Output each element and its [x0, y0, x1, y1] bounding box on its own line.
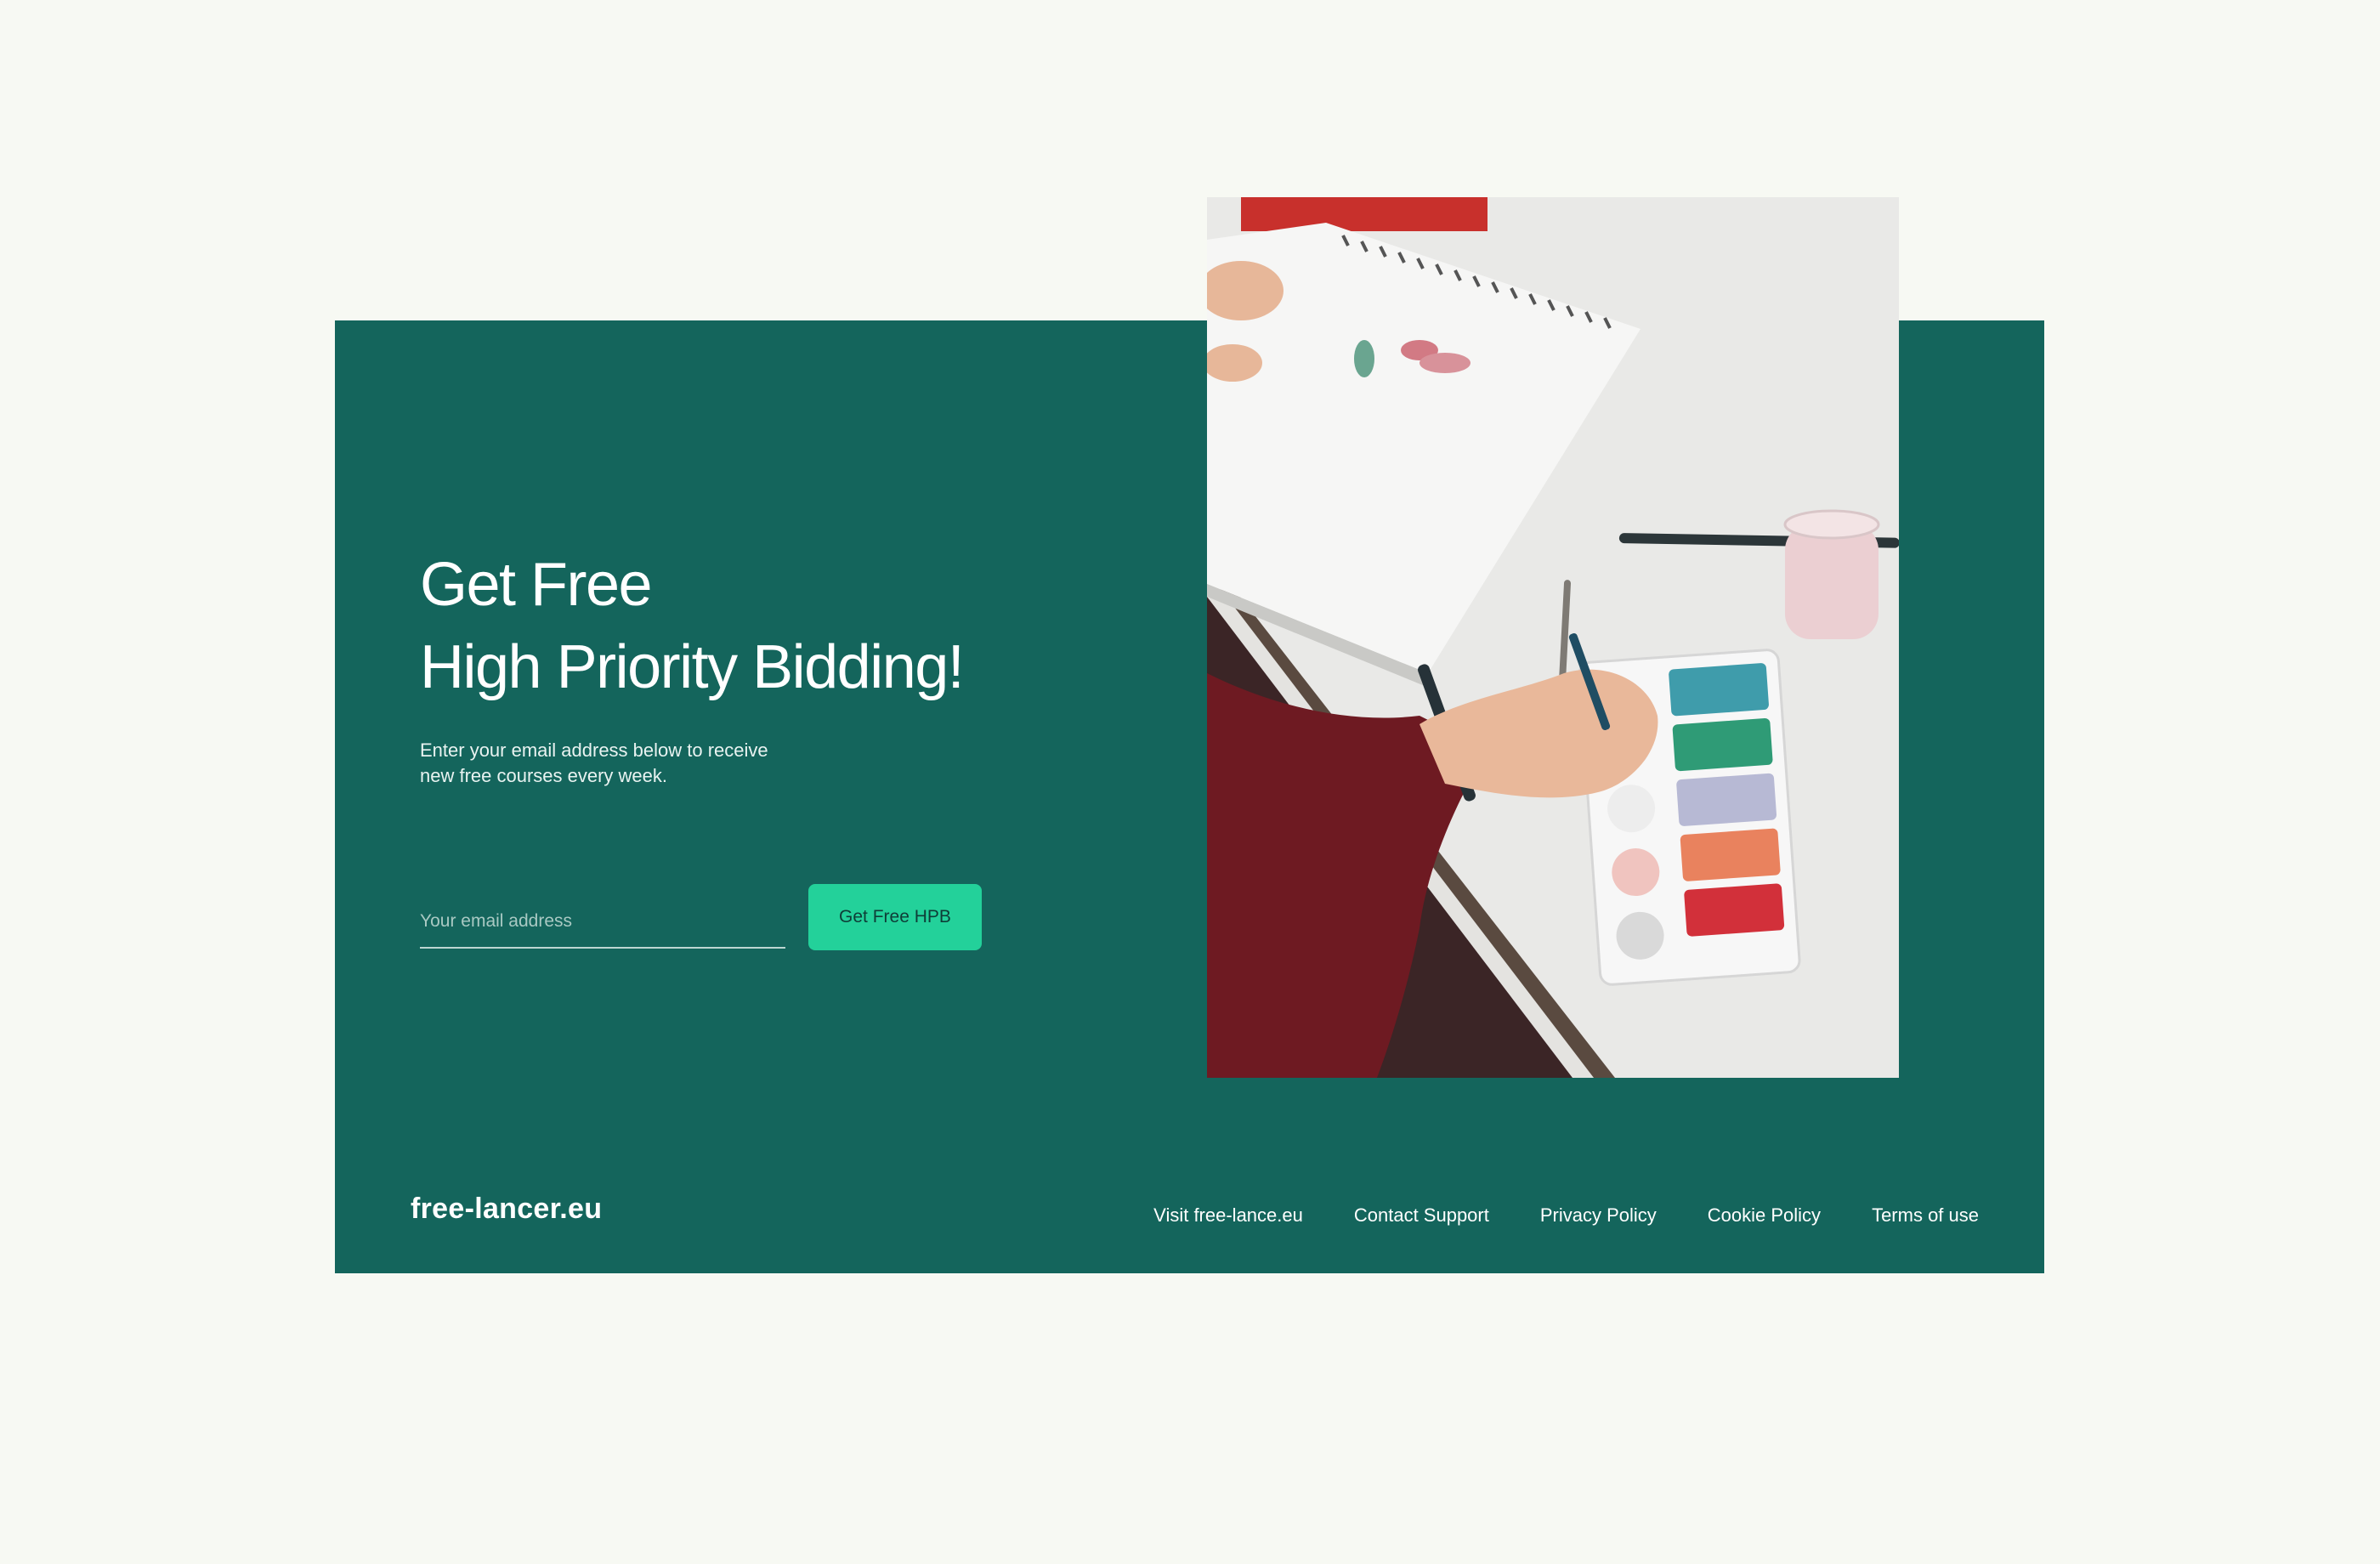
- headline: Get Free High Priority Bidding!: [420, 544, 965, 709]
- hero-photo: [1207, 197, 1899, 1078]
- footer-logo[interactable]: free-lancer.eu: [411, 1193, 602, 1226]
- get-free-hpb-button[interactable]: Get Free HPB: [808, 884, 982, 950]
- subtext: Enter your email address below to receiv…: [420, 740, 768, 786]
- headline-line-1: Get Free: [420, 551, 653, 619]
- email-input[interactable]: [420, 896, 785, 949]
- footer-link-contact-support[interactable]: Contact Support: [1354, 1204, 1489, 1227]
- footer-link-privacy-policy[interactable]: Privacy Policy: [1540, 1204, 1657, 1227]
- footer-nav: Visit free-lance.eu Contact Support Priv…: [1153, 1204, 1979, 1227]
- footer-link-cookie-policy[interactable]: Cookie Policy: [1708, 1204, 1821, 1227]
- footer-link-visit[interactable]: Visit free-lance.eu: [1153, 1204, 1303, 1227]
- watercolor-painting-photo: [1207, 197, 1899, 1078]
- headline-line-2: High Priority Bidding!: [420, 633, 965, 701]
- footer-link-terms-of-use[interactable]: Terms of use: [1872, 1204, 1979, 1227]
